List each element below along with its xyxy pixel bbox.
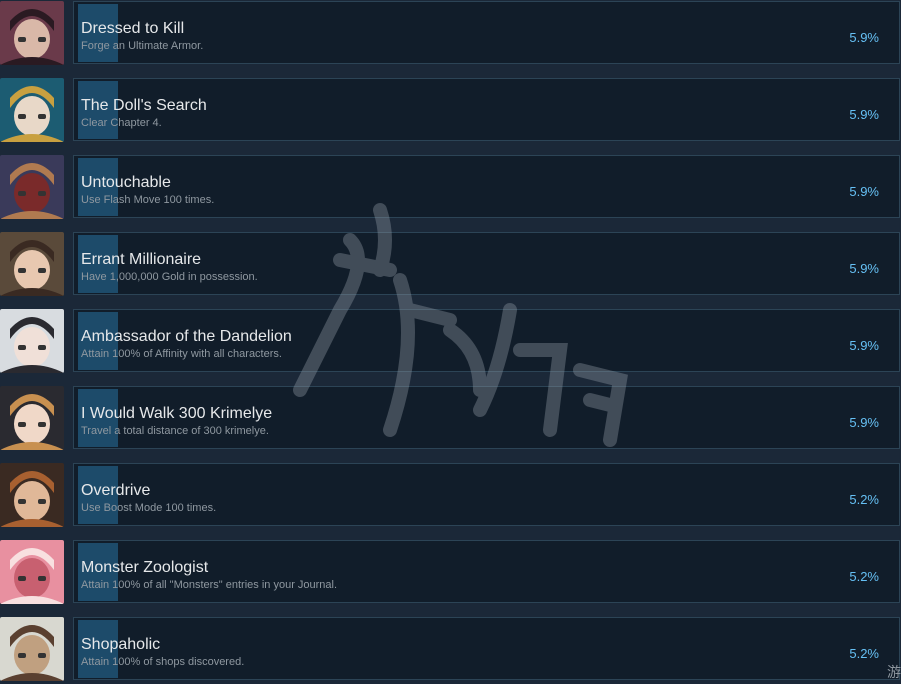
achievement-card: I Would Walk 300 Krimelye Travel a total… (73, 386, 900, 449)
achievement-description: Attain 100% of Affinity with all charact… (81, 348, 282, 360)
achievement-row[interactable]: Monster Zoologist Attain 100% of all "Mo… (0, 540, 901, 606)
achievement-row[interactable]: I Would Walk 300 Krimelye Travel a total… (0, 386, 901, 452)
unlock-percentage: 5.9% (849, 184, 879, 199)
top-hat-portrait (0, 386, 64, 450)
achievement-title: The Doll's Search (81, 97, 207, 114)
achievement-description: Travel a total distance of 300 krimelye. (81, 425, 269, 437)
achievement-description: Use Flash Move 100 times. (81, 194, 215, 206)
achievement-card: Shopaholic Attain 100% of shops discover… (73, 617, 900, 680)
corner-watermark-glyph: 游 (887, 664, 901, 680)
unlock-percentage: 5.9% (849, 107, 879, 122)
achievement-card: Dressed to Kill Forge an Ultimate Armor.… (73, 1, 900, 64)
achievement-row[interactable]: Errant Millionaire Have 1,000,000 Gold i… (0, 232, 901, 298)
achievement-card: The Doll's Search Clear Chapter 4. 5.9% (73, 78, 900, 141)
achievement-row[interactable]: Overdrive Use Boost Mode 100 times. 5.2% (0, 463, 901, 529)
achievement-row[interactable]: Shopaholic Attain 100% of shops discover… (0, 617, 901, 683)
achievement-card: Untouchable Use Flash Move 100 times. 5.… (73, 155, 900, 218)
dark-hair-boy-portrait (0, 463, 64, 527)
owl-merchant-portrait (0, 617, 64, 681)
achievement-card: Errant Millionaire Have 1,000,000 Gold i… (73, 232, 900, 295)
achievement-row[interactable]: Untouchable Use Flash Move 100 times. 5.… (0, 155, 901, 221)
achievement-description: Forge an Ultimate Armor. (81, 40, 204, 52)
achievement-description: Attain 100% of shops discovered. (81, 656, 245, 668)
bald-warrior-portrait (0, 155, 64, 219)
achievement-title: Ambassador of the Dandelion (81, 328, 292, 345)
achievement-list: Dressed to Kill Forge an Ultimate Armor.… (0, 0, 901, 684)
achievement-title: Untouchable (81, 174, 171, 191)
achievement-description: Use Boost Mode 100 times. (81, 502, 217, 514)
achievement-title: I Would Walk 300 Krimelye (81, 405, 273, 422)
unlock-percentage: 5.9% (849, 338, 879, 353)
achievement-title: Errant Millionaire (81, 251, 202, 268)
achievement-row[interactable]: Ambassador of the Dandelion Attain 100% … (0, 309, 901, 375)
pink-hair-portrait (0, 540, 64, 604)
achievement-title: Dressed to Kill (81, 20, 185, 37)
masked-character-portrait (0, 1, 64, 65)
hat-character-portrait (0, 78, 64, 142)
achievement-title: Monster Zoologist (81, 559, 209, 576)
achievement-row[interactable]: The Doll's Search Clear Chapter 4. 5.9% (0, 78, 901, 144)
achievement-title: Shopaholic (81, 636, 161, 653)
brown-hair-portrait (0, 232, 64, 296)
unlock-percentage: 5.2% (849, 646, 879, 661)
unlock-percentage: 5.2% (849, 492, 879, 507)
unlock-percentage: 5.9% (849, 415, 879, 430)
achievement-card: Ambassador of the Dandelion Attain 100% … (73, 309, 900, 372)
white-hair-portrait (0, 309, 64, 373)
achievement-card: Overdrive Use Boost Mode 100 times. 5.2% (73, 463, 900, 526)
achievement-title: Overdrive (81, 482, 151, 499)
achievement-description: Have 1,000,000 Gold in possession. (81, 271, 258, 283)
unlock-percentage: 5.9% (849, 30, 879, 45)
achievement-description: Clear Chapter 4. (81, 117, 162, 129)
achievement-description: Attain 100% of all "Monsters" entries in… (81, 579, 338, 591)
achievement-card: Monster Zoologist Attain 100% of all "Mo… (73, 540, 900, 603)
unlock-percentage: 5.2% (849, 569, 879, 584)
achievement-row[interactable]: Dressed to Kill Forge an Ultimate Armor.… (0, 1, 901, 67)
unlock-percentage: 5.9% (849, 261, 879, 276)
